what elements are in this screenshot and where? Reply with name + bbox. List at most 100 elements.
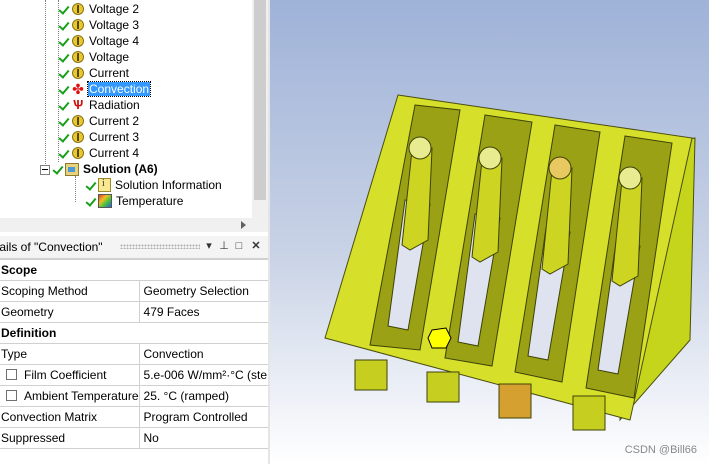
tree-item-voltage-3[interactable]: Voltage 3: [59, 17, 140, 33]
checkmark-icon: [59, 131, 70, 143]
tree-item-voltage-4[interactable]: Voltage 4: [59, 33, 140, 49]
checkmark-icon: [59, 99, 70, 111]
tree-item-label: Convection: [86, 81, 152, 97]
property-row[interactable]: Convection Matrix Program Controlled: [0, 406, 279, 428]
property-row[interactable]: Ambient Temperature 25. °C (ramped): [0, 385, 279, 407]
property-value[interactable]: 25. °C (ramped): [138, 385, 279, 407]
fan-icon: ✤: [72, 81, 84, 97]
property-value[interactable]: 479 Faces: [138, 301, 279, 323]
current-icon: [72, 67, 84, 79]
checkmark-icon: [53, 163, 64, 175]
property-key: Film Coefficient: [24, 368, 107, 382]
section-label: Scope: [0, 259, 278, 281]
model-render[interactable]: [270, 0, 709, 464]
tree-item-label: Radiation: [89, 98, 140, 112]
scroll-right-icon[interactable]: [241, 221, 246, 229]
pin-button[interactable]: ⊥: [217, 239, 231, 253]
tree-item-radiation[interactable]: Ѱ Radiation: [59, 97, 141, 113]
tree-item-convection[interactable]: ✤ Convection: [59, 81, 152, 97]
tree-connector: [45, 0, 46, 170]
scrollbar-thumb[interactable]: [254, 0, 266, 200]
tree-connector: [75, 176, 76, 202]
outline-tree[interactable]: Voltage 2 Voltage 3 Voltage 4 Voltage Cu…: [0, 0, 268, 232]
property-value[interactable]: No: [138, 427, 279, 449]
property-row[interactable]: Suppressed No: [0, 427, 279, 449]
tree-item-temperature[interactable]: Temperature: [86, 193, 184, 209]
voltage-icon: [72, 35, 84, 47]
checkmark-icon: [59, 35, 70, 47]
voltage-icon: [72, 3, 84, 15]
property-row[interactable]: Type Convection: [0, 343, 279, 365]
voltage-icon: [72, 51, 84, 63]
current-icon: [72, 115, 84, 127]
tree-item-label: Current: [89, 66, 130, 80]
tree-item-voltage[interactable]: Voltage: [59, 49, 130, 65]
tree-item-label: Current 3: [89, 130, 140, 144]
checkmark-icon: [86, 179, 97, 191]
property-value[interactable]: 5.e-006 W/mm²·°C (ste...: [138, 364, 279, 386]
voltage-icon: [72, 19, 84, 31]
checkmark-icon: [59, 83, 70, 95]
maximize-button[interactable]: □: [232, 239, 246, 253]
collapse-toggle[interactable]: [40, 165, 50, 175]
property-row[interactable]: Film Coefficient 5.e-006 W/mm²·°C (ste..…: [0, 364, 279, 386]
tree-item-current[interactable]: Current: [59, 65, 130, 81]
tree-item-label: Solution (A6): [83, 162, 158, 176]
graphics-viewport[interactable]: CSDN @Bill66: [270, 0, 709, 464]
tree-item-label: Voltage 3: [89, 18, 140, 32]
radiation-icon: Ѱ: [72, 97, 84, 112]
property-key: Scoping Method: [0, 280, 140, 302]
temperature-icon: [98, 194, 112, 208]
drag-grip[interactable]: [120, 244, 200, 249]
property-row[interactable]: Geometry 479 Faces: [0, 301, 279, 323]
section-definition[interactable]: Definition: [0, 322, 278, 344]
checkmark-icon: [59, 3, 70, 15]
dropdown-button[interactable]: ▾: [202, 239, 216, 253]
checkmark-icon: [59, 147, 70, 159]
scoping-marker: [427, 327, 452, 349]
property-key: Type: [0, 343, 140, 365]
tree-item-label: Current 2: [89, 114, 140, 128]
close-button[interactable]: ✕: [249, 239, 263, 253]
tree-horizontal-scrollbar[interactable]: [0, 218, 268, 232]
tree-item-label: Solution Information: [115, 178, 222, 192]
tree-item-solution[interactable]: Solution (A6): [53, 161, 159, 177]
property-key: Suppressed: [0, 427, 140, 449]
details-title: tails of "Convection": [0, 240, 103, 254]
information-icon: [98, 178, 111, 192]
current-icon: [72, 131, 84, 143]
property-value[interactable]: Geometry Selection: [138, 280, 279, 302]
tree-vertical-scrollbar[interactable]: [252, 0, 268, 218]
parameter-checkbox[interactable]: [6, 369, 17, 380]
tree-item-label: Voltage: [89, 50, 130, 64]
tree-item-voltage-2[interactable]: Voltage 2: [59, 1, 140, 17]
current-icon: [72, 147, 84, 159]
tree-item-label: Temperature: [116, 194, 184, 208]
section-scope[interactable]: Scope: [0, 259, 278, 281]
tree-item-current-4[interactable]: Current 4: [59, 145, 140, 161]
solution-icon: [65, 162, 79, 176]
details-header: tails of "Convection" ▾ ⊥ □ ✕: [0, 236, 268, 259]
tree-item-current-2[interactable]: Current 2: [59, 113, 140, 129]
details-pane: tails of "Convection" ▾ ⊥ □ ✕ Scope Scop…: [0, 236, 279, 464]
tree-item-label: Voltage 4: [89, 34, 140, 48]
tree-item-solution-information[interactable]: Solution Information: [86, 177, 223, 193]
checkmark-icon: [59, 19, 70, 31]
tree-item-label: Voltage 2: [89, 2, 140, 16]
tree-item-current-3[interactable]: Current 3: [59, 129, 140, 145]
properties-table: Scope Scoping Method Geometry Selection …: [0, 259, 279, 449]
checkmark-icon: [59, 115, 70, 127]
checkmark-icon: [86, 195, 97, 207]
checkmark-icon: [59, 67, 70, 79]
tree-item-label: Current 4: [89, 146, 140, 160]
section-label: Definition: [0, 322, 278, 344]
property-value[interactable]: Program Controlled: [138, 406, 279, 428]
watermark: CSDN @Bill66: [624, 444, 697, 456]
property-key: Geometry: [0, 301, 140, 323]
property-key: Convection Matrix: [0, 406, 140, 428]
property-row[interactable]: Scoping Method Geometry Selection: [0, 280, 279, 302]
parameter-checkbox[interactable]: [6, 390, 17, 401]
property-key: Ambient Temperature: [24, 389, 139, 403]
property-value[interactable]: Convection: [138, 343, 279, 365]
checkmark-icon: [59, 51, 70, 63]
